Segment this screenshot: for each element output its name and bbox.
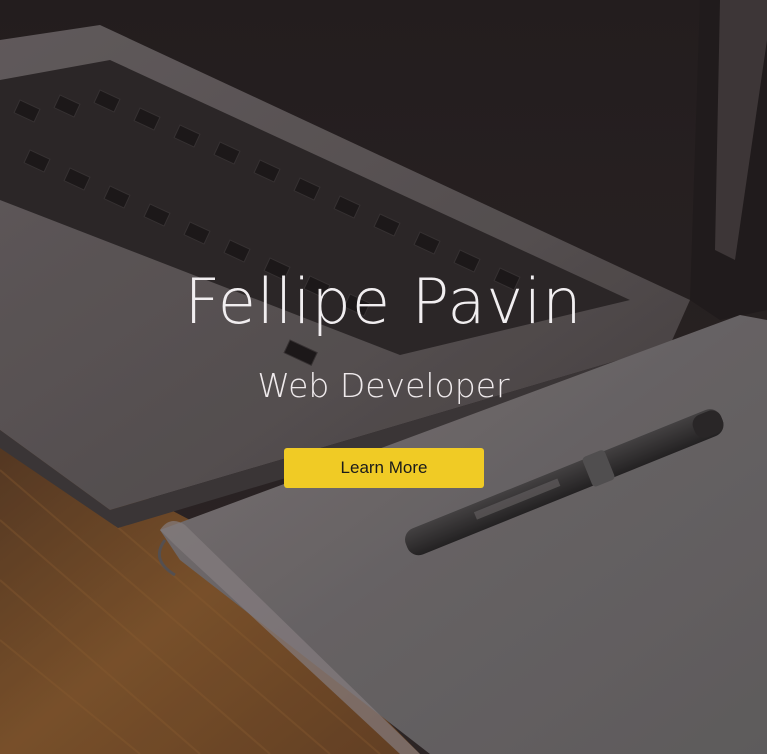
hero-name: Fellipe Pavin [184,265,583,338]
learn-more-button[interactable]: Learn More [284,448,484,488]
hero-role: Web Developer [257,366,510,405]
hero-section: Fellipe Pavin Web Developer Learn More [0,0,767,754]
hero-content: Fellipe Pavin Web Developer Learn More [0,0,767,754]
